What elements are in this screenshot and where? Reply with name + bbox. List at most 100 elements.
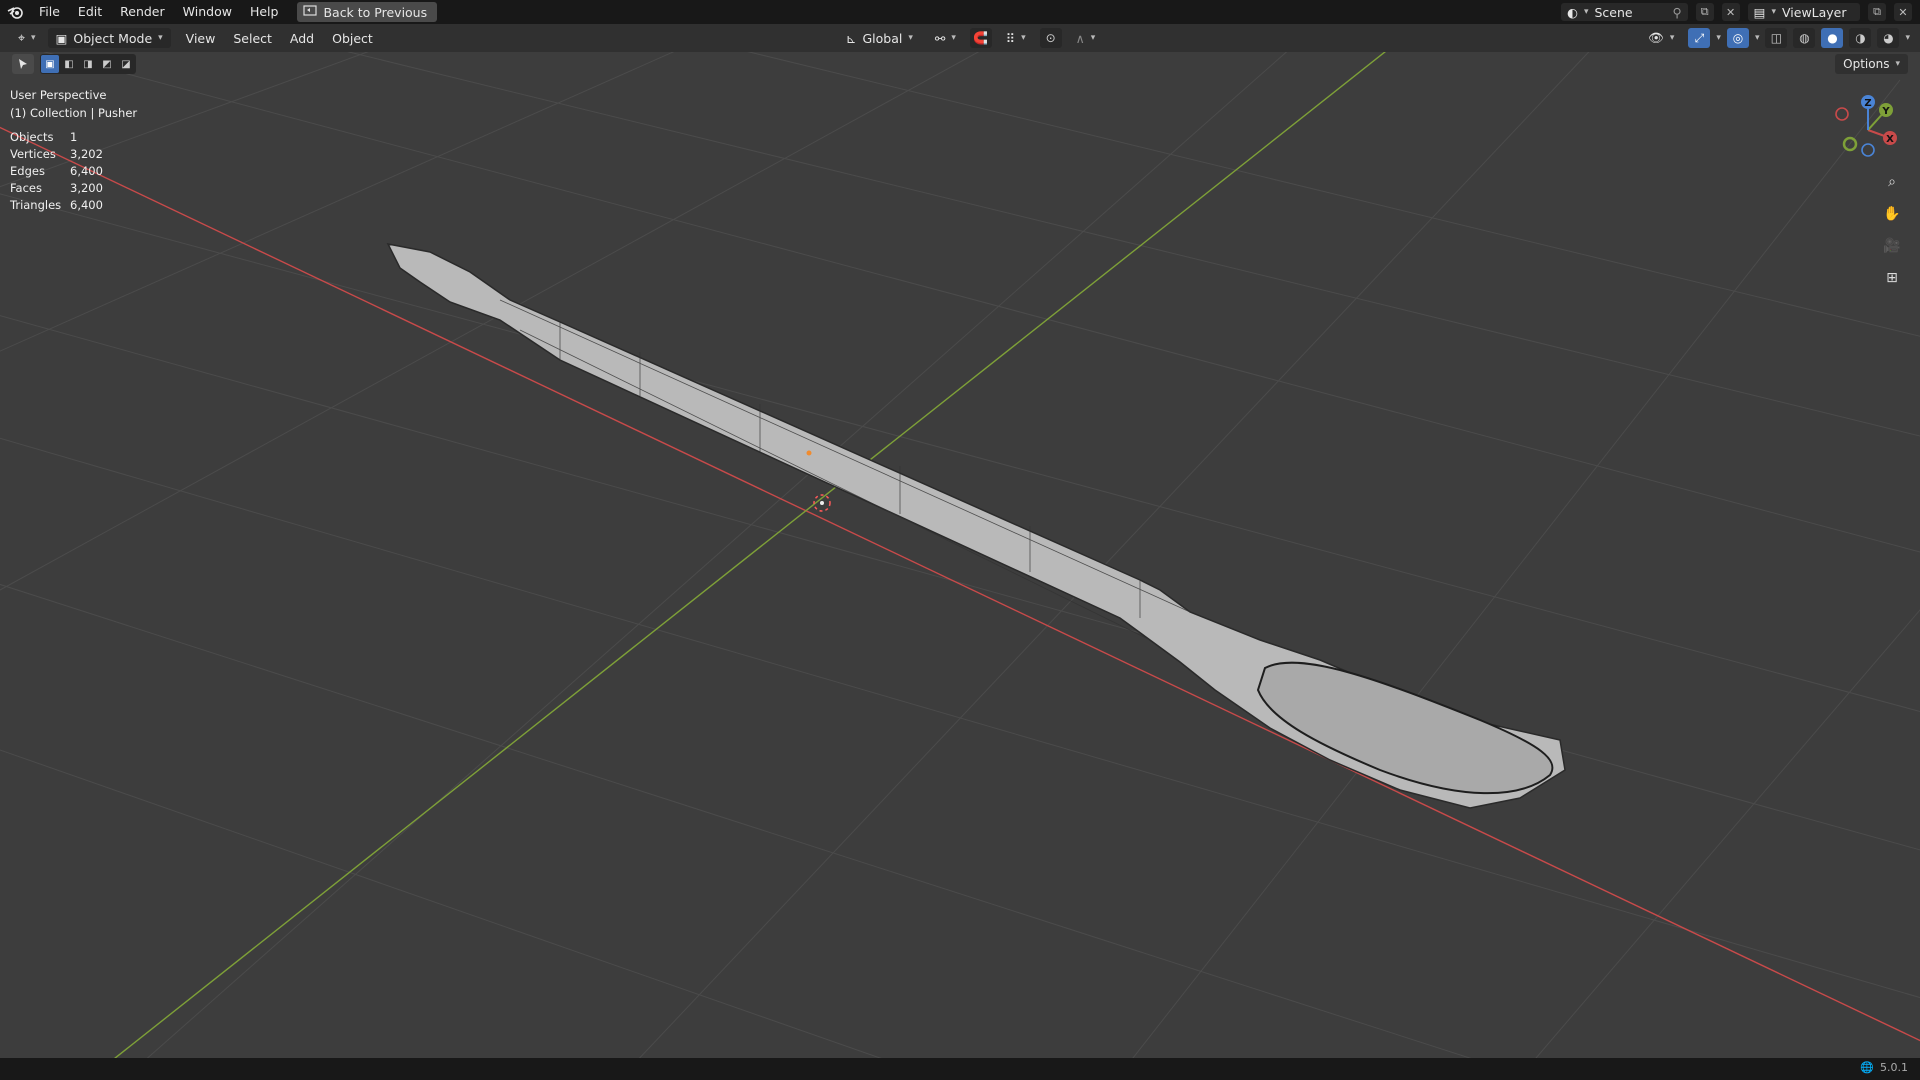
chevron-down-icon: ▾ — [1895, 59, 1900, 69]
stat-value: 1 — [70, 130, 78, 144]
chevron-down-icon: ▾ — [158, 33, 163, 43]
stat-label: Triangles — [10, 198, 62, 212]
neg-z-axis-handle[interactable] — [1861, 143, 1875, 157]
transform-controls: ⊾ Global ▾ ⚯ ▾ 🧲 ⠿ ▾ ⊙ ∧ ▾ — [838, 28, 1103, 48]
view-layer-selector[interactable]: ▤ ▾ ViewLayer — [1747, 3, 1860, 21]
gizmo-toggle-icon[interactable]: ⤢ — [1688, 28, 1711, 48]
rendered-shading-icon[interactable]: ◕ — [1877, 28, 1900, 48]
neg-y-axis-handle[interactable] — [1842, 136, 1858, 152]
overlays-toggle-icon[interactable]: ◎ — [1726, 28, 1749, 48]
tool-row: ▣ ◧ ◨ ◩ ◪ — [12, 54, 136, 74]
camera-view-icon[interactable]: 🎥 — [1880, 234, 1904, 258]
select-new-icon[interactable]: ▣ — [41, 55, 59, 73]
select-invert-icon[interactable]: ◩ — [98, 55, 116, 73]
solid-shading-icon[interactable]: ● — [1821, 28, 1844, 48]
viewport-navigation: ⌕ ✋ 🎥 ⊞ — [1880, 170, 1904, 290]
version-label: 5.0.1 — [1880, 1061, 1908, 1074]
y-axis-label: Y — [1881, 106, 1890, 117]
material-shading-icon[interactable]: ◑ — [1849, 28, 1872, 48]
snap-grid-icon: ⠿ — [1005, 30, 1016, 46]
close-scene-icon[interactable]: ✕ — [1721, 3, 1740, 21]
scene-name[interactable]: Scene — [1595, 5, 1667, 20]
pin-icon[interactable]: ⚲ — [1673, 5, 1682, 20]
menu-window[interactable]: Window — [174, 0, 241, 24]
menu-file[interactable]: File — [30, 0, 69, 24]
chevron-down-icon[interactable]: ▾ — [1905, 33, 1910, 43]
menu-add[interactable]: Add — [281, 31, 323, 46]
mode-selector[interactable]: ▣ Object Mode ▾ — [47, 28, 171, 48]
select-subtract-icon[interactable]: ◨ — [79, 55, 97, 73]
grid-view-icon[interactable]: ⊞ — [1880, 266, 1904, 290]
chevron-down-icon: ▾ — [31, 33, 36, 43]
pusher-mesh[interactable] — [386, 242, 1566, 809]
viewport-info: User Perspective (1) Collection | Pusher — [10, 86, 137, 122]
stat-value: 3,202 — [70, 147, 103, 161]
menu-render[interactable]: Render — [111, 0, 174, 24]
chevron-down-icon: ▾ — [908, 33, 913, 43]
z-axis-label: Z — [1864, 98, 1871, 109]
pivot-icon: ⚯ — [934, 30, 946, 46]
version-info: 🌐 5.0.1 — [1860, 1061, 1908, 1074]
chevron-down-icon[interactable]: ▾ — [1716, 33, 1721, 43]
select-tool-icon[interactable] — [12, 54, 34, 74]
back-to-previous-button[interactable]: Back to Previous — [297, 2, 438, 22]
menu-view[interactable]: View — [177, 31, 225, 46]
back-to-previous-label: Back to Previous — [323, 4, 428, 20]
x-axis-label: X — [1886, 134, 1894, 145]
stat-value: 6,400 — [70, 164, 103, 178]
navigation-gizmo[interactable]: X Y Z — [1820, 90, 1900, 170]
stat-label: Vertices — [10, 147, 56, 161]
blender-logo-icon[interactable] — [0, 0, 30, 24]
snap-toggle-icon[interactable]: 🧲 — [969, 28, 992, 48]
top-bar: File Edit Render Window Help Back to Pre… — [0, 0, 1920, 24]
stat-row: Faces 3,200 — [10, 181, 130, 198]
editor-type-selector[interactable]: ⌖ ▾ — [10, 28, 44, 48]
scene-selector[interactable]: ◐ ▾ Scene ⚲ — [1561, 3, 1688, 21]
select-intersect-icon[interactable]: ◪ — [117, 55, 135, 73]
screen-icon — [303, 4, 318, 20]
falloff-selector[interactable]: ∧ ▾ — [1068, 28, 1104, 48]
select-extend-icon[interactable]: ◧ — [60, 55, 78, 73]
stat-label: Objects — [10, 130, 54, 144]
x-axis-line — [0, 126, 1920, 1042]
3d-cursor-center — [820, 501, 824, 505]
menu-select[interactable]: Select — [224, 31, 281, 46]
wireframe-shading-icon[interactable]: ◍ — [1793, 28, 1816, 48]
viewport-header: ⌖ ▾ ▣ Object Mode ▾ View Select Add Obje… — [0, 24, 1920, 52]
mode-label: Object Mode — [73, 30, 153, 46]
chevron-down-icon: ▾ — [1583, 7, 1589, 17]
neg-x-axis-handle[interactable] — [1835, 107, 1849, 121]
stat-row: Vertices 3,202 — [10, 147, 130, 164]
selection-mode-group: ▣ ◧ ◨ ◩ ◪ — [40, 54, 136, 74]
eye-icon: 👁 — [1648, 30, 1664, 45]
menu-edit[interactable]: Edit — [69, 0, 111, 24]
y-axis-line — [114, 52, 1386, 1058]
chevron-down-icon: ▾ — [1771, 7, 1776, 17]
options-button[interactable]: Options ▾ — [1835, 54, 1908, 74]
orientation-axes-icon: ⊾ — [846, 30, 857, 46]
chevron-down-icon: ▾ — [951, 33, 956, 43]
transform-orientation-selector[interactable]: ⊾ Global ▾ — [838, 28, 921, 48]
falloff-curve-icon: ∧ — [1075, 30, 1085, 46]
view-layer-name[interactable]: ViewLayer — [1782, 5, 1854, 20]
close-view-layer-icon[interactable]: ✕ — [1894, 3, 1912, 21]
proportional-editing-icon[interactable]: ⊙ — [1039, 28, 1062, 48]
viewport-shading-controls: 👁 ▾ ⤢ ▾ ◎ ▾ ◫ ◍ ● ◑ ◕ ▾ — [1640, 28, 1910, 48]
3d-viewport[interactable] — [0, 52, 1920, 1058]
pivot-point-selector[interactable]: ⚯ ▾ — [927, 28, 964, 48]
zoom-icon[interactable]: ⌕ — [1880, 170, 1904, 194]
network-icon: 🌐 — [1860, 1061, 1874, 1074]
snap-target-selector[interactable]: ⠿ ▾ — [998, 28, 1034, 48]
pan-hand-icon[interactable]: ✋ — [1880, 202, 1904, 226]
menu-object[interactable]: Object — [323, 31, 382, 46]
object-mode-icon: ▣ — [55, 30, 68, 46]
chevron-down-icon: ▾ — [1669, 33, 1675, 43]
workspace-controls: ◐ ▾ Scene ⚲ ⧉ ✕ ▤ ▾ ViewLayer ⧉ ✕ — [1561, 0, 1920, 24]
visibility-selector[interactable]: 👁 ▾ — [1640, 28, 1682, 48]
new-view-layer-icon[interactable]: ⧉ — [1868, 3, 1886, 21]
chevron-down-icon[interactable]: ▾ — [1755, 33, 1760, 43]
options-label: Options — [1843, 57, 1890, 71]
menu-help[interactable]: Help — [241, 0, 288, 24]
new-scene-icon[interactable]: ⧉ — [1695, 3, 1714, 21]
xray-toggle-icon[interactable]: ◫ — [1765, 28, 1788, 48]
